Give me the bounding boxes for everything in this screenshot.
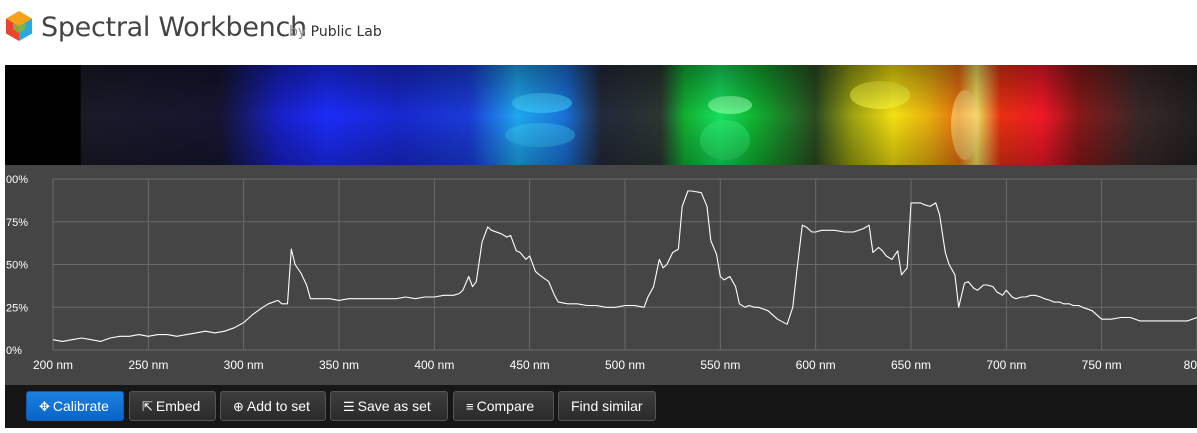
x-tick-label: 750 nm — [1082, 358, 1122, 372]
x-tick-label: 200 nm — [33, 358, 73, 372]
x-tick-label: 450 nm — [510, 358, 550, 372]
public-lab-logo-icon[interactable] — [4, 10, 34, 42]
x-tick-label: 550 nm — [700, 358, 740, 372]
save-as-set-label: Save as set — [357, 398, 431, 414]
byline-by: by — [289, 24, 307, 40]
spectrum-image-strip — [5, 65, 1197, 165]
chart-grid — [52, 178, 1197, 351]
share-icon: ⇱ — [142, 399, 153, 414]
align-left-icon: ≡ — [466, 399, 474, 414]
find-similar-button[interactable]: Find similar — [558, 391, 656, 421]
y-tick-label: 75% — [6, 217, 28, 229]
app-title[interactable]: Spectral Workbench — [41, 12, 307, 43]
y-axis-ticks: 0% 25% 50% 75% 00% — [6, 174, 28, 357]
x-tick-label: 400 nm — [414, 358, 454, 372]
x-axis-ticks: 200 nm 250 nm 300 nm 350 nm 400 nm 450 nm 500 … — [33, 358, 1197, 372]
x-tick-label: 500 nm — [605, 358, 645, 372]
header: Spectral Workbench by Public Lab — [0, 0, 1197, 62]
spectrum-chart[interactable]: 0% 25% 50% 75% 00% 200 nm 250 nm 300 nm 350 nm 4… — [5, 165, 1197, 385]
calibrate-button[interactable]: ✥ Calibrate — [26, 391, 124, 421]
app-byline: by Public Lab — [289, 24, 382, 40]
add-to-set-label: Add to set — [246, 398, 310, 414]
x-tick-label: 700 nm — [986, 358, 1026, 372]
list-icon: ☰ — [343, 399, 355, 414]
x-tick-label: 600 nm — [796, 358, 836, 372]
spectrum-image — [5, 65, 1197, 165]
x-tick-label: 80 — [1184, 358, 1197, 372]
crosshair-icon: ✥ — [39, 399, 50, 414]
embed-label: Embed — [155, 398, 201, 414]
spectrum-chart-svg[interactable]: 0% 25% 50% 75% 00% 200 nm 250 nm 300 nm 350 nm 4… — [5, 165, 1197, 385]
x-tick-label: 650 nm — [891, 358, 931, 372]
x-tick-label: 350 nm — [319, 358, 359, 372]
embed-button[interactable]: ⇱ Embed — [129, 391, 216, 421]
x-tick-label: 300 nm — [224, 358, 264, 372]
plus-circle-icon: ⊕ — [233, 399, 244, 414]
x-tick-label: 250 nm — [128, 358, 168, 372]
byline-org-link[interactable]: Public Lab — [311, 24, 382, 40]
y-tick-label: 50% — [6, 260, 28, 272]
find-similar-label: Find similar — [571, 398, 643, 414]
compare-label: Compare — [476, 398, 535, 414]
add-to-set-button[interactable]: ⊕ Add to set — [220, 391, 326, 421]
y-tick-label: 25% — [6, 302, 28, 314]
calibrate-label: Calibrate — [52, 398, 109, 414]
compare-button[interactable]: ≡ Compare — [453, 391, 554, 421]
toolbar: ✥ Calibrate ⇱ Embed ⊕ Add to set ☰ Save as s… — [5, 385, 1197, 428]
y-tick-label: 0% — [6, 345, 22, 357]
y-tick-label: 00% — [6, 174, 28, 186]
save-as-set-button[interactable]: ☰ Save as set — [330, 391, 448, 421]
